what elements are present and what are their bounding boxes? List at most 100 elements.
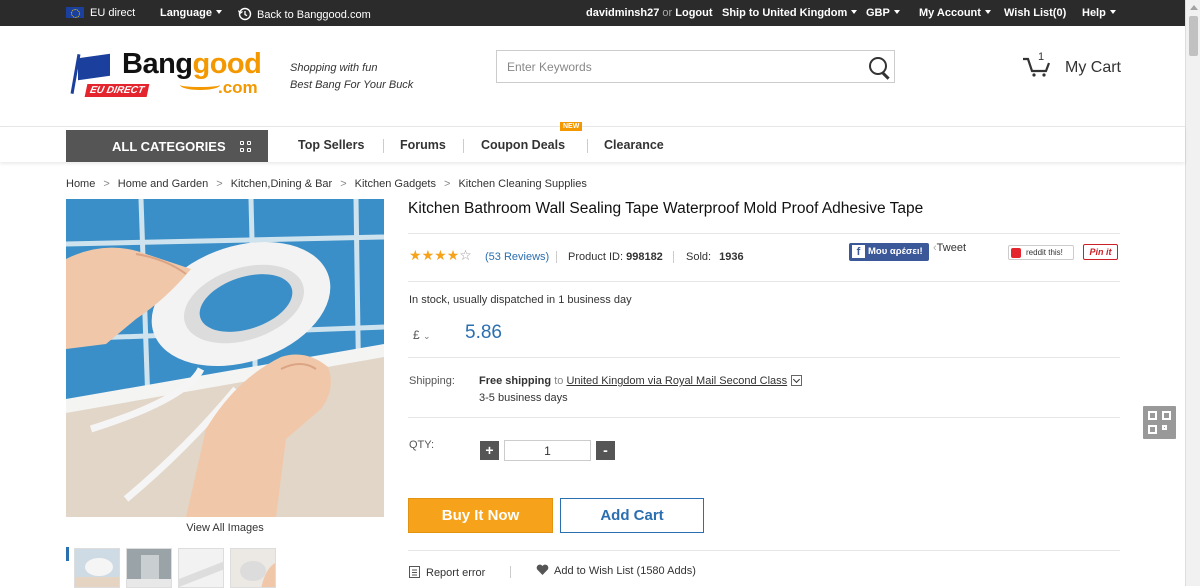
product-price: 5.86 [465, 322, 502, 343]
account-label: My Account [919, 7, 981, 19]
reviews-link[interactable]: (53 Reviews) [485, 251, 549, 263]
logo-eu-direct: EU DIRECT [84, 84, 150, 97]
nav-forums[interactable]: Forums [400, 138, 446, 152]
language-label: Language [160, 7, 212, 19]
thumbnail-strip [66, 547, 384, 588]
divider [408, 417, 1120, 418]
info-divider [510, 566, 511, 578]
nav-top-sellers[interactable]: Top Sellers [298, 138, 364, 152]
thumbnail-1[interactable] [74, 548, 120, 588]
breadcrumb-cleaning-supplies[interactable]: Kitchen Cleaning Supplies [458, 178, 586, 190]
buy-it-now-button[interactable]: Buy It Now [408, 498, 553, 533]
logo-com: .com [218, 78, 258, 97]
pinterest-button[interactable]: Pin it [1083, 244, 1118, 260]
thumbnail-image [75, 549, 119, 587]
sold-count: Sold: 1936 [686, 251, 744, 263]
region-label: EU direct [90, 7, 136, 19]
tweet-label: Tweet [936, 242, 967, 254]
product-main-image[interactable] [66, 199, 384, 517]
logout-link[interactable]: Logout [675, 7, 712, 19]
tweet-button[interactable]: ‹Tweet [933, 242, 966, 254]
currency-selector[interactable]: £ ⌄ [413, 328, 431, 342]
thumbnail-2[interactable] [126, 548, 172, 588]
qr-code-icon[interactable] [1143, 406, 1176, 439]
slogan-line-1: Shopping with fun [290, 62, 378, 74]
breadcrumb-home-garden[interactable]: Home and Garden [118, 178, 209, 190]
qty-increase-button[interactable]: + [480, 441, 499, 460]
free-shipping-text: Free shipping [479, 375, 552, 387]
help-label: Help [1082, 7, 1106, 19]
qty-decrease-button[interactable]: - [596, 441, 615, 460]
chevron-down-icon [215, 10, 222, 14]
username-link[interactable]: davidminsh27 [586, 7, 659, 19]
shipping-label: Shipping: [409, 375, 455, 387]
divider [408, 281, 1120, 282]
report-error-link[interactable]: Report error [409, 566, 485, 579]
language-menu[interactable]: Language [160, 7, 222, 19]
add-wishlist-link[interactable]: Add to Wish List (1580 Adds) [536, 564, 696, 577]
nav-divider [463, 139, 464, 153]
product-id: Product ID: 998182 [568, 251, 663, 263]
star-empty-icon: ☆ [459, 248, 472, 264]
thumbnail-4[interactable] [230, 548, 276, 588]
slogan: Shopping with fun Best Bang For Your Buck [290, 60, 413, 94]
add-cart-button[interactable]: Add Cart [560, 498, 704, 533]
chevron-down-icon [893, 10, 900, 14]
breadcrumb-home[interactable]: Home [66, 178, 95, 190]
scrollbar-thumb[interactable] [1189, 16, 1198, 56]
logo-smile [180, 80, 220, 90]
eu-flag-icon [66, 7, 84, 18]
breadcrumb-kitchen-dining[interactable]: Kitchen,Dining & Bar [231, 178, 333, 190]
breadcrumb-separator: > [103, 178, 110, 190]
star-filled-icon: ★ [421, 248, 435, 264]
thumbnail-image [127, 549, 171, 587]
help-menu[interactable]: Help [1082, 7, 1116, 19]
currency-label: GBP [866, 7, 890, 19]
nav-clearance[interactable]: Clearance [604, 138, 664, 152]
product-id-label: Product ID: [568, 251, 624, 263]
chevron-down-icon [851, 10, 858, 14]
search-input[interactable] [497, 51, 857, 82]
account-menu[interactable]: My Account [919, 7, 991, 19]
facebook-like-button[interactable]: f Μου αρέσει! [849, 243, 929, 261]
history-icon [237, 7, 252, 21]
cart-label: My Cart [1065, 59, 1121, 76]
vertical-scrollbar[interactable] [1185, 0, 1200, 586]
reddit-label: reddit this! [1026, 248, 1063, 257]
reddit-icon [1011, 248, 1021, 258]
nav-coupon-deals[interactable]: Coupon Deals [481, 138, 565, 152]
wishlist-link[interactable]: Wish List(0) [1004, 7, 1066, 19]
user-area: davidminsh27 or Logout [586, 7, 713, 19]
shipping-method-link[interactable]: United Kingdom via Royal Mail Second Cla… [566, 375, 787, 387]
breadcrumb-separator: > [444, 178, 451, 190]
divider [408, 550, 1120, 551]
all-categories-button[interactable]: ALL CATEGORIES [66, 130, 268, 162]
main-nav: ALL CATEGORIES Top Sellers Forums Coupon… [0, 122, 1185, 162]
view-all-images-link[interactable]: View All Images [66, 522, 384, 534]
product-photo [66, 199, 384, 517]
search-icon[interactable] [869, 57, 887, 75]
rating-stars: ★★★★☆ [409, 247, 481, 264]
qty-input[interactable] [504, 440, 591, 461]
facebook-icon: f [852, 245, 865, 258]
cart-link[interactable]: 1 My Cart [1020, 51, 1130, 83]
reddit-button[interactable]: reddit this! [1008, 245, 1074, 260]
banggood-logo[interactable]: Banggood .com EU DIRECT [70, 48, 285, 124]
breadcrumb-kitchen-gadgets[interactable]: Kitchen Gadgets [355, 178, 436, 190]
divider [408, 233, 1120, 234]
chevron-down-icon [1109, 10, 1116, 14]
star-filled-icon: ★ [434, 248, 447, 264]
currency-menu[interactable]: GBP [866, 7, 900, 19]
facebook-like-label: Μου αρέσει! [868, 246, 923, 257]
region-selector[interactable]: EU direct [66, 7, 135, 19]
report-error-label: Report error [426, 567, 486, 579]
dropdown-icon[interactable] [791, 375, 803, 386]
report-icon [409, 566, 420, 578]
thumbnail-3[interactable] [178, 548, 224, 588]
scroll-up-arrow-icon[interactable] [1190, 5, 1198, 10]
cart-icon [1023, 57, 1051, 77]
logo-flag-icon [78, 53, 110, 81]
back-link[interactable]: Back to Banggood.com [237, 7, 371, 21]
product-id-value: 998182 [626, 251, 663, 263]
ship-to-menu[interactable]: Ship to United Kingdom [722, 7, 858, 19]
